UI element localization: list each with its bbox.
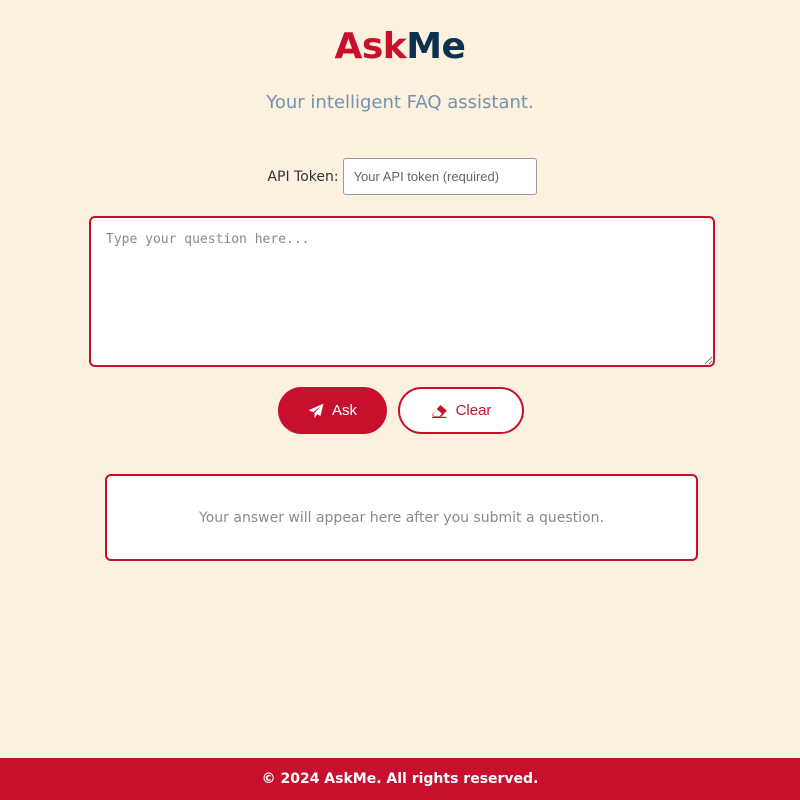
app-title: AskMe [0, 26, 800, 67]
answer-placeholder: Your answer will appear here after you s… [199, 509, 604, 526]
footer: © 2024 AskMe. All rights reserved. [0, 758, 800, 800]
app-title-part2: Me [406, 26, 466, 67]
api-token-label: API Token: [267, 168, 339, 185]
ask-button[interactable]: Ask [278, 387, 387, 434]
ask-button-label: Ask [331, 402, 357, 419]
action-buttons: Ask Clear [0, 387, 800, 434]
paper-plane-icon [308, 403, 324, 419]
answer-box: Your answer will appear here after you s… [105, 474, 698, 561]
question-input[interactable] [89, 216, 715, 367]
api-token-input[interactable] [342, 158, 537, 195]
page: AskMe Your intelligent FAQ assistant. AP… [0, 0, 800, 800]
api-token-row: API Token: [0, 158, 800, 195]
eraser-icon [431, 404, 448, 418]
app-subtitle: Your intelligent FAQ assistant. [266, 92, 534, 113]
footer-text: © 2024 AskMe. All rights reserved. [261, 771, 539, 787]
clear-button[interactable]: Clear [398, 387, 524, 434]
app-title-part1: Ask [334, 26, 407, 67]
clear-button-label: Clear [455, 402, 492, 419]
